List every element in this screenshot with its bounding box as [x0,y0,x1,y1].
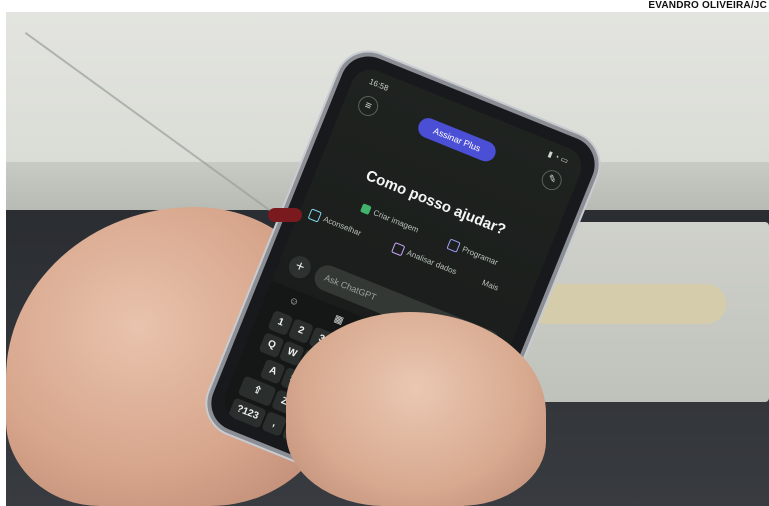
code-icon [446,238,461,253]
suggestion-create-image[interactable]: Criar imagem [359,203,420,235]
attach-button[interactable]: + [285,252,315,282]
suggestion-more[interactable]: Mais [481,278,500,293]
suggestion-code[interactable]: Programar [446,238,499,268]
lightbulb-icon [307,208,322,223]
new-chat-icon[interactable]: ✎ [538,167,565,194]
drawer-handle [526,284,726,324]
status-time: 16:58 [367,77,390,93]
chart-icon [391,242,406,257]
painted-nail [268,208,302,222]
prompt-placeholder: Ask ChatGPT [322,272,378,303]
headline: Como posso ajudar? [363,167,509,239]
photo: 16:58 ▮ ◔ ▭ ≡ Assinar Plus ✎ Como posso … [6,12,769,506]
upgrade-button[interactable]: Assinar Plus [415,115,499,165]
photo-credit: EVANDRO OLIVEIRA/JC [648,0,767,11]
suggestion-advise[interactable]: Aconselhar [307,208,363,239]
image-icon [359,203,372,216]
emoji-icon[interactable]: ☺ [285,295,301,314]
upgrade-label: Assinar Plus [431,125,483,154]
status-icons: ▮ ◔ ▭ [546,149,570,166]
menu-icon[interactable]: ≡ [355,92,382,119]
